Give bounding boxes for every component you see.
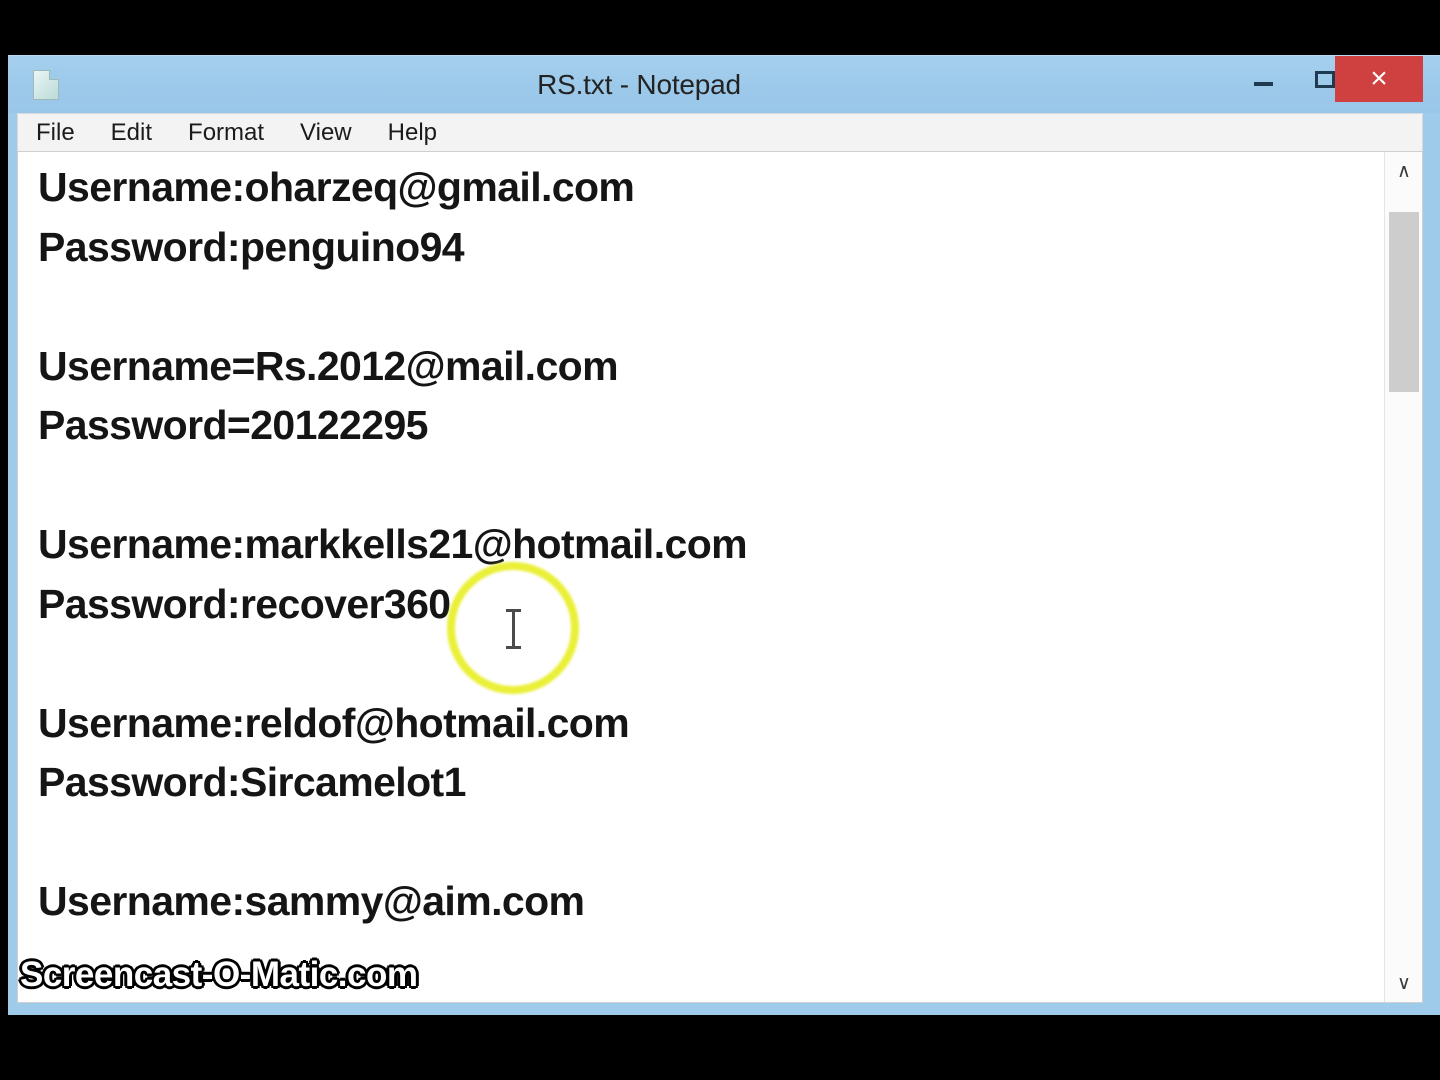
- menu-item-help[interactable]: Help: [388, 119, 437, 147]
- menu-item-edit[interactable]: Edit: [111, 119, 152, 147]
- screen-stage: RS.txt - Notepad × File Edit Format View…: [0, 0, 1440, 1080]
- minimize-button[interactable]: [1232, 56, 1294, 102]
- text-line: Username:reldof@hotmail.com: [38, 699, 630, 746]
- editor-frame: Username:oharzeq@gmail.com Password:peng…: [17, 151, 1423, 1003]
- text-line-blank: [38, 277, 1384, 337]
- menu-item-file[interactable]: File: [36, 119, 75, 147]
- maximize-icon: [1315, 70, 1335, 88]
- close-button[interactable]: ×: [1335, 56, 1423, 102]
- text-line: Username:oharzeq@gmail.com: [38, 164, 635, 210]
- window-title: RS.txt - Notepad: [537, 69, 741, 100]
- text-line-blank: [38, 634, 1384, 694]
- minimize-icon: [1253, 82, 1273, 86]
- menu-item-view[interactable]: View: [300, 119, 352, 147]
- text-line: Username:sammy@aim.com: [38, 878, 585, 924]
- scrollbar-thumb[interactable]: [1389, 212, 1419, 392]
- text-line: Password:recover360: [38, 580, 451, 627]
- text-line: Password:Sircamelot1: [38, 759, 466, 805]
- title-bar[interactable]: RS.txt - Notepad ×: [8, 56, 1440, 113]
- menu-bar: File Edit Format View Help: [17, 113, 1423, 151]
- text-line: Password=20122295: [38, 402, 428, 448]
- text-line-blank: [38, 456, 1384, 516]
- notepad-window: RS.txt - Notepad × File Edit Format View…: [8, 55, 1440, 1015]
- screencast-watermark: Screencast-O-Matic.com: [20, 955, 418, 994]
- text-line: Password:penguino94: [38, 223, 465, 270]
- scroll-down-arrow-icon[interactable]: ∨: [1385, 964, 1422, 1002]
- close-icon: ×: [1370, 62, 1388, 95]
- text-line: Username=Rs.2012@mail.com: [38, 342, 619, 389]
- text-line-blank: [38, 813, 1384, 873]
- text-editing-area[interactable]: Username:oharzeq@gmail.com Password:peng…: [18, 152, 1384, 1002]
- text-line: Username:markkells21@hotmail.com: [38, 521, 748, 567]
- vertical-scrollbar[interactable]: ∧ ∨: [1384, 152, 1422, 1002]
- menu-item-format[interactable]: Format: [188, 119, 264, 147]
- scroll-up-arrow-icon[interactable]: ∧: [1385, 152, 1422, 190]
